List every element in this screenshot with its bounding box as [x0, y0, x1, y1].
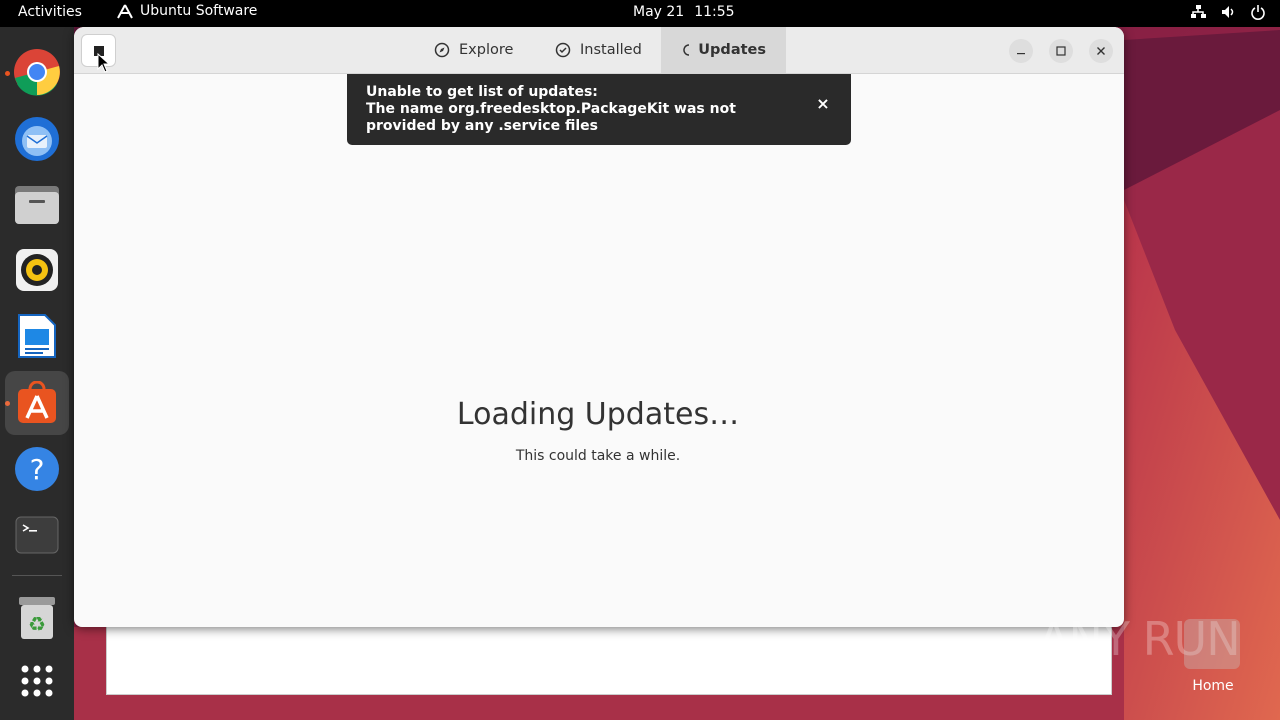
app-menu[interactable]: Ubuntu Software: [116, 3, 257, 19]
dock-separator: [12, 575, 62, 576]
date-label: May 21: [633, 4, 685, 20]
error-notification: Unable to get list of updates: The name …: [347, 74, 851, 145]
notification-close-button[interactable]: ×: [813, 93, 833, 113]
chrome-icon: [14, 49, 60, 96]
minimize-button[interactable]: [1009, 39, 1033, 63]
tab-installed[interactable]: Installed: [535, 27, 662, 73]
svg-text:♻: ♻: [28, 612, 46, 636]
check-circle-icon: [555, 42, 571, 58]
ubuntu-software-icon: [18, 381, 56, 423]
svg-text:?: ?: [30, 453, 45, 486]
maximize-button[interactable]: [1049, 39, 1073, 63]
close-button[interactable]: [1089, 39, 1113, 63]
dock-item-chrome[interactable]: [5, 40, 69, 104]
app-name-label: Ubuntu Software: [140, 3, 258, 19]
compass-icon: [434, 42, 450, 58]
libreoffice-writer-icon: [18, 314, 56, 358]
dock-item-rhythmbox[interactable]: [5, 238, 69, 302]
refresh-icon: [683, 44, 690, 56]
dock: ? ♻: [0, 27, 74, 720]
files-icon: [15, 186, 59, 224]
tab-updates-label: Updates: [698, 42, 766, 58]
mouse-cursor-icon: [97, 53, 111, 73]
network-icon: [1191, 5, 1206, 18]
loading-title: Loading Updates…: [456, 397, 740, 432]
volume-icon: [1222, 6, 1234, 18]
notification-title: Unable to get list of updates:: [366, 84, 598, 100]
home-folder-icon[interactable]: [1184, 619, 1240, 669]
activities-button[interactable]: Activities: [18, 4, 82, 20]
maximize-icon: [1056, 46, 1066, 56]
clock[interactable]: May 21 11:55: [633, 4, 735, 20]
notification-message: The name org.freedesktop.PackageKit was …: [366, 101, 736, 134]
terminal-icon: [15, 516, 59, 554]
ubuntu-software-window: Explore Installed Updates Unable to get …: [74, 27, 1124, 627]
dock-item-terminal[interactable]: [5, 503, 69, 567]
time-label: 11:55: [694, 4, 735, 20]
home-folder-label: Home: [1192, 678, 1234, 694]
thunderbird-icon: [15, 117, 59, 161]
dock-item-files[interactable]: [5, 172, 69, 236]
dock-item-show-apps[interactable]: [5, 649, 69, 713]
header-bar: Explore Installed Updates: [74, 27, 1124, 74]
dock-item-ubuntu-software[interactable]: [5, 371, 69, 435]
loading-subtitle: This could take a while.: [515, 448, 681, 464]
minimize-icon: [1017, 53, 1025, 55]
tab-explore[interactable]: Explore: [414, 27, 533, 73]
dock-item-trash[interactable]: ♻: [5, 586, 69, 650]
show-apps-icon: [21, 665, 53, 697]
ubuntu-software-small-icon: [117, 4, 133, 19]
close-icon: [1097, 47, 1105, 55]
top-bar: Activities Ubuntu Software May 21 11:55: [0, 0, 1280, 27]
rhythmbox-icon: [16, 249, 58, 291]
dock-item-help[interactable]: ?: [5, 437, 69, 501]
dock-item-writer[interactable]: [5, 304, 69, 368]
trash-icon: ♻: [19, 597, 55, 639]
help-icon: ?: [15, 447, 59, 491]
tab-updates[interactable]: Updates: [661, 27, 786, 73]
power-icon: [1251, 5, 1265, 20]
tab-explore-label: Explore: [459, 42, 514, 58]
system-tray[interactable]: [1190, 4, 1266, 20]
tab-installed-label: Installed: [580, 42, 642, 58]
dock-item-thunderbird[interactable]: [5, 106, 69, 170]
